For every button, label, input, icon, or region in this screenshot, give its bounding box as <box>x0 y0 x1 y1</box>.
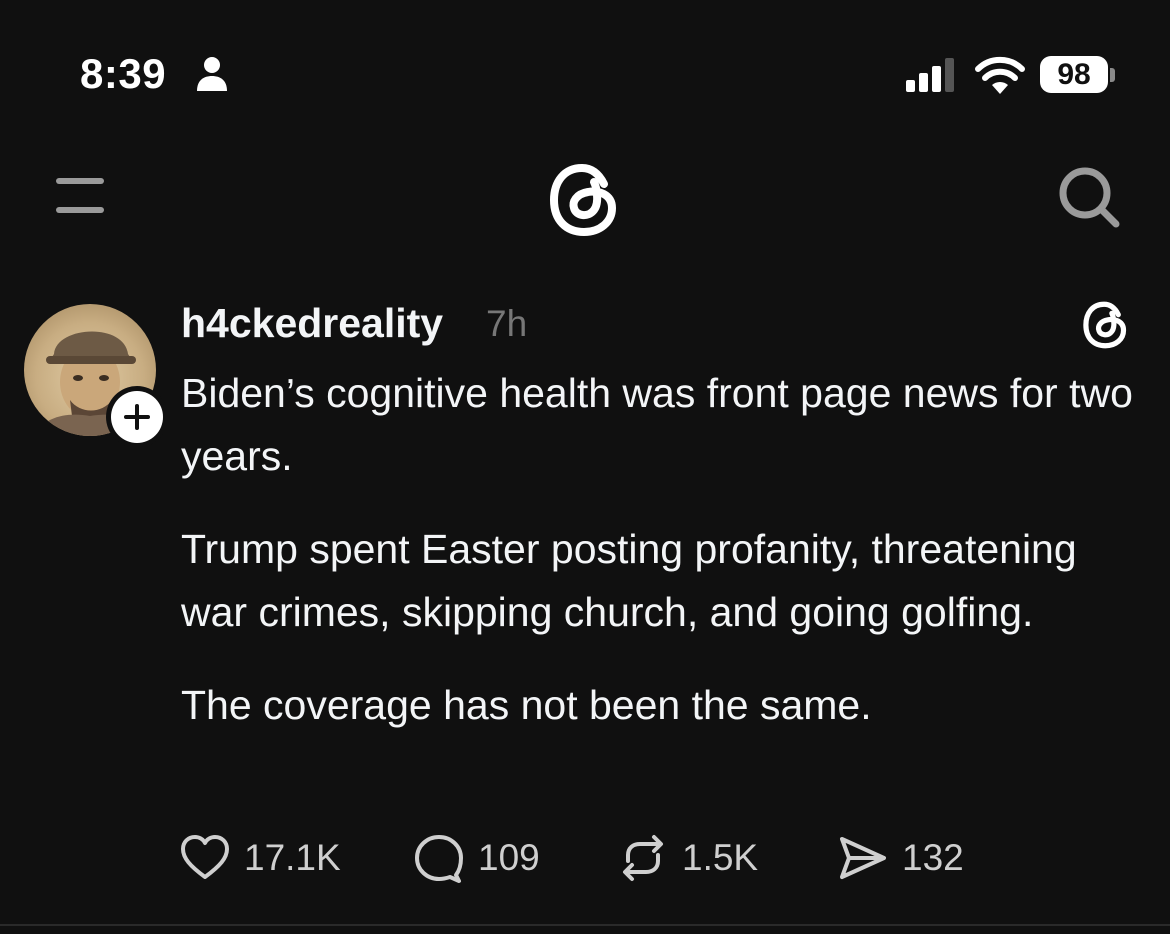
follow-button-inner <box>111 391 163 443</box>
battery-level: 98 <box>1057 57 1091 91</box>
reply-button[interactable]: 109 <box>412 830 540 886</box>
post-timestamp: 7h <box>486 303 528 344</box>
battery-icon: 98 <box>1040 56 1108 93</box>
status-time: 8:39 <box>80 50 167 97</box>
post-divider <box>0 924 1170 926</box>
post-username[interactable]: h4ckedreality <box>181 300 443 347</box>
threads-logo-icon[interactable] <box>1082 300 1130 350</box>
threads-logo-icon[interactable] <box>548 162 622 238</box>
threads-screen: 8:39 98 h4ckedreality 7h Biden’s cogniti… <box>0 0 1170 934</box>
post-body: Biden’s cognitive health was front page … <box>181 362 1141 767</box>
share-button[interactable]: 132 <box>836 830 964 886</box>
reply-count: 109 <box>478 837 540 878</box>
post-paragraph: The coverage has not been the same. <box>181 682 872 728</box>
post-paragraph: Trump spent Easter posting profanity, th… <box>181 526 1077 635</box>
repost-count: 1.5K <box>682 837 759 878</box>
signal-icon <box>906 58 954 92</box>
repost-icon <box>623 835 663 881</box>
like-count: 17.1K <box>244 837 341 878</box>
comment-icon <box>415 835 463 883</box>
share-count: 132 <box>902 837 964 878</box>
repost-button[interactable]: 1.5K <box>616 830 758 886</box>
send-icon <box>840 837 886 879</box>
follow-button[interactable] <box>106 386 168 448</box>
menu-icon[interactable] <box>54 176 106 216</box>
plus-icon <box>124 404 150 430</box>
like-button[interactable]: 17.1K <box>178 830 341 886</box>
battery-cap <box>1110 68 1115 82</box>
post-paragraph: Biden’s cognitive health was front page … <box>181 370 1133 479</box>
heart-icon <box>181 835 229 879</box>
wifi-icon <box>975 56 1025 94</box>
search-icon[interactable] <box>1056 164 1122 230</box>
person-icon <box>197 57 227 91</box>
